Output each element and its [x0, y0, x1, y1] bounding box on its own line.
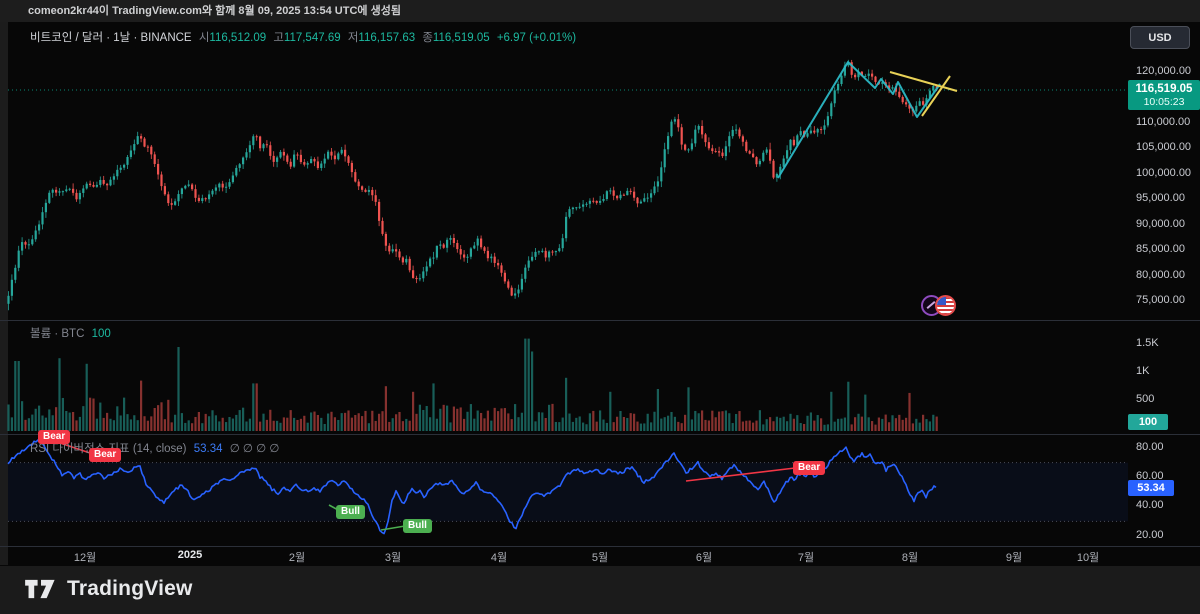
symbol-title[interactable]: 비트코인 / 달러 · 1날 · BINANCE [30, 32, 192, 44]
price-tick: 100,000.00 [1136, 167, 1192, 179]
time-axis-label: 2월 [288, 552, 306, 564]
tradingview-logo[interactable]: TradingView [24, 576, 193, 602]
ohlc-open-label: 시 [198, 32, 210, 44]
rsi-empty-sets: ∅ ∅ ∅ ∅ [229, 443, 280, 455]
ohlc-open-value: 116,512.09 [209, 32, 267, 44]
time-axis-label: 3월 [384, 552, 402, 564]
volume-value: 100 [91, 328, 111, 340]
price-tick: 120,000.00 [1136, 65, 1192, 77]
rsi-tick: 40.00 [1136, 499, 1164, 511]
bar-countdown: 10:05:23 [1143, 96, 1185, 108]
tradingview-snapshot: comeon2kr44이 TradingView.com와 함께 8월 09, … [0, 0, 1200, 614]
bear-divergence-badge: Bear [38, 430, 71, 444]
footer-bar: TradingView [0, 566, 1200, 614]
volume-title[interactable]: 볼륨 · BTC [30, 328, 84, 340]
bear-divergence-badge: Bear [793, 461, 826, 475]
price-tick: 110,000.00 [1136, 116, 1191, 128]
tradingview-logo-icon [25, 579, 55, 599]
rsi-tick: 20.00 [1136, 529, 1164, 541]
us-flag-canton [937, 297, 946, 305]
tradingview-logo-text: TradingView [67, 577, 193, 600]
ohlc-high-label: 고 [273, 32, 284, 44]
time-axis-label: 8월 [901, 552, 919, 564]
price-tick: 95,000.00 [1136, 192, 1185, 204]
time-axis-label: 7월 [797, 552, 815, 564]
time-axis-label: 12월 [73, 552, 97, 564]
price-tick: 85,000.00 [1136, 243, 1185, 255]
current-volume-tag: 100 [1128, 414, 1168, 430]
current-price-value: 116,519.05 [1135, 83, 1193, 95]
change-value: +6.97 (+0.01%) [496, 32, 577, 44]
price-tick: 90,000.00 [1136, 218, 1185, 230]
time-axis-label: 10월 [1076, 552, 1100, 564]
time-axis-label: 2025 [177, 549, 203, 561]
ohlc-low-value: 116,157.63 [358, 32, 416, 44]
volume-tick: 1.5K [1136, 337, 1159, 349]
ohlc-close-value: 116,519.05 [432, 32, 490, 44]
price-tick: 105,000.00 [1136, 141, 1192, 153]
time-axis-label: 9월 [1005, 552, 1023, 564]
economic-events-group[interactable] [921, 294, 965, 319]
currency-toggle-button[interactable]: USD [1130, 26, 1190, 49]
volume-tick: 500 [1136, 393, 1155, 405]
volume-tick: 1K [1136, 365, 1150, 377]
symbol-legend[interactable]: 비트코인 / 달러 · 1날 · BINANCE 시116,512.09 고11… [30, 29, 580, 45]
current-rsi-tag: 53.34 [1128, 480, 1174, 496]
ohlc-low-label: 저 [347, 32, 359, 44]
bull-divergence-badge: Bull [403, 519, 432, 533]
rsi-tick: 80.00 [1136, 441, 1164, 453]
volume-legend[interactable]: 볼륨 · BTC 100 [30, 325, 115, 341]
rsi-value: 53.34 [193, 443, 223, 455]
time-axis-label: 6월 [695, 552, 713, 564]
us-flag-event-icon[interactable] [935, 295, 956, 316]
bear-divergence-badge: Bear [89, 448, 122, 462]
ohlc-close-label: 종 [422, 32, 433, 44]
bull-divergence-badge: Bull [336, 505, 365, 519]
time-axis-label: 5월 [591, 552, 609, 564]
current-price-tag: 116,519.05 10:05:23 [1128, 80, 1200, 110]
chart-canvas[interactable] [0, 0, 1200, 614]
time-axis-label: 4월 [490, 552, 508, 564]
price-tick: 75,000.00 [1136, 294, 1185, 306]
ohlc-high-value: 117,547.69 [283, 32, 341, 44]
price-tick: 80,000.00 [1136, 269, 1185, 281]
